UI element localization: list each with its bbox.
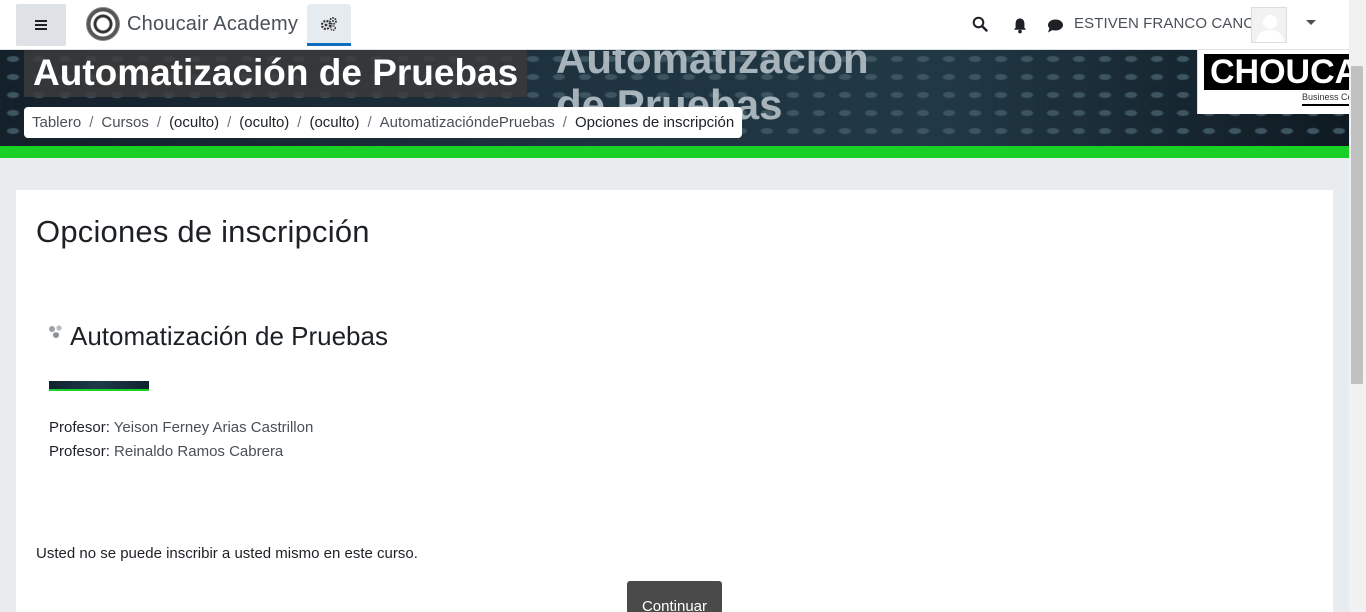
breadcrumb-item-courses[interactable]: Cursos [101,114,149,131]
gears-icon [320,16,337,31]
breadcrumb-item-hidden-category[interactable]: (oculto) [169,114,219,131]
speech-bubble-icon [1048,19,1063,33]
breadcrumb: Tablero / Cursos / (oculto) / (oculto) /… [24,107,743,138]
breadcrumb-separator: / [227,114,232,131]
course-image [49,381,149,391]
scrollbar-thumb[interactable] [1351,66,1363,384]
brand-logo-icon [86,7,120,41]
teacher-name-link[interactable]: Yeison Ferney Arias Castrillon [114,419,314,436]
course-info: Automatización de Pruebas [48,321,388,352]
side-drawer-toggle-button[interactable] [16,4,66,46]
banner-accent-bar [0,146,1349,158]
page-scrollbar[interactable] [1349,0,1366,612]
company-logo-underline [1302,104,1349,106]
breadcrumb-item-hidden-category[interactable]: (oculto) [239,114,289,131]
hamburger-menu-icon [35,24,47,26]
breadcrumb-item-dashboard[interactable]: Tablero [32,114,81,131]
course-teacher: Profesor: Reinaldo Ramos Cabrera [49,443,283,460]
teacher-name-link[interactable]: Reinaldo Ramos Cabrera [114,443,283,460]
course-icon [49,325,62,338]
company-logo: CHOUCAIR Business Centric Testing [1197,50,1349,114]
breadcrumb-separator: / [367,114,372,131]
user-avatar[interactable] [1251,7,1287,43]
breadcrumb-separator: / [89,114,94,131]
breadcrumb-separator: / [156,114,162,131]
enrolment-options-card: Opciones de inscripción Automatización d… [16,190,1333,612]
breadcrumb-item-hidden-category[interactable]: (oculto) [309,114,359,131]
default-user-avatar-icon [1252,8,1286,42]
user-menu-name[interactable]: ESTIVEN FRANCO CANO [1074,15,1255,32]
page-title: Opciones de inscripción [36,214,370,249]
teacher-role: Profesor: [49,443,115,460]
edit-mode-button[interactable] [307,4,351,46]
company-logo-subtext: Business Centric Testing [1302,92,1349,102]
course-name-link[interactable]: Automatización de Pruebas [70,321,388,352]
breadcrumb-item-course[interactable]: AutomatizacióndePruebas [380,114,555,131]
notifications-button[interactable] [1010,15,1030,35]
site-brand-link[interactable]: Choucair Academy [86,7,298,41]
teacher-role: Profesor: [49,419,114,436]
user-menu-caret-icon[interactable] [1306,20,1316,25]
top-navbar: Choucair Academy ESTIVEN FRANCO CANO [0,0,1349,50]
search-icon [972,16,988,32]
breadcrumb-item-current: Opciones de inscripción [574,114,735,131]
search-button[interactable] [970,14,990,34]
messages-button[interactable] [1045,16,1065,36]
company-logo-text: CHOUCAIR [1204,54,1349,90]
enrolment-notice: Usted no se puede inscribir a usted mism… [36,545,418,562]
breadcrumb-separator: / [562,114,567,131]
course-teacher: Profesor: Yeison Ferney Arias Castrillon [49,419,313,436]
breadcrumb-separator: / [297,114,302,131]
continue-button[interactable]: Continuar [627,581,722,612]
course-header-title: Automatización de Pruebas [24,50,528,97]
bell-icon [1014,18,1026,33]
site-name: Choucair Academy [127,12,299,35]
